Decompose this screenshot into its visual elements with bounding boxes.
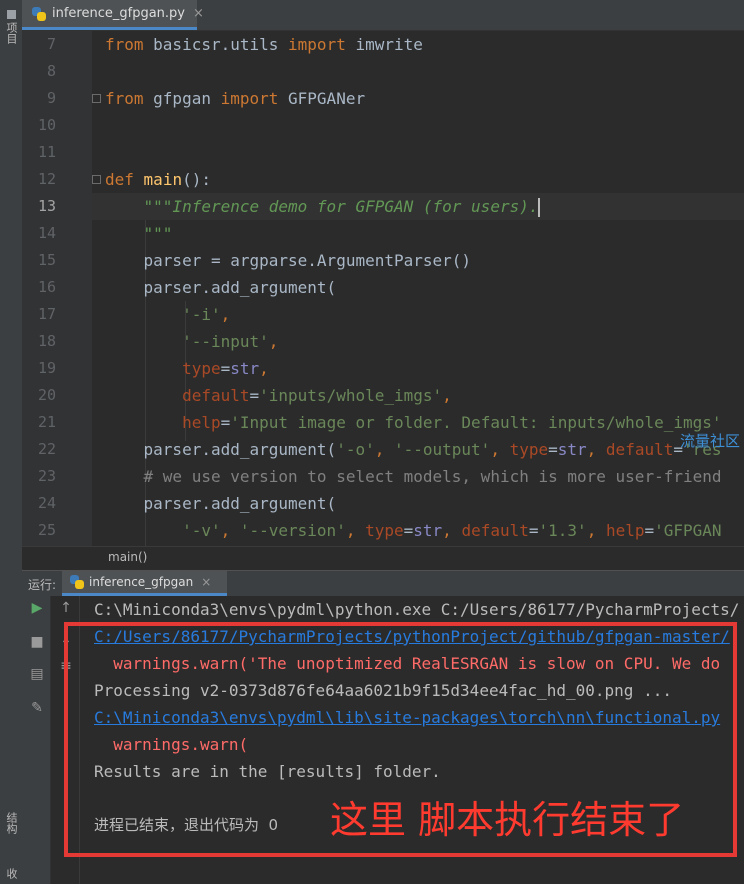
scroll-up-icon[interactable]: ↑ [58,600,74,616]
line-number: 7 [46,35,56,53]
line-number: 15 [37,251,56,269]
close-tab-icon[interactable]: × [193,6,204,21]
run-panel-label: 运行: [28,578,57,592]
editor-tab-label: inference_gfpgan.py [52,6,185,21]
code-editor[interactable]: from basicsr.utils import imwrite from g… [92,31,744,546]
line-number: 16 [37,278,56,296]
code-line-13-current: """Inference demo for GFPGAN (for users)… [92,193,744,220]
bottom-tool-button[interactable]: 收 [3,868,19,879]
stop-icon[interactable]: ■ [29,634,45,650]
line-number: 10 [37,116,56,134]
bottom-tool-label: 收 [5,868,18,879]
console-line: C:\Miniconda3\envs\pydml\python.exe C:/U… [94,600,740,619]
line-number: 21 [37,413,56,431]
line-number: 18 [37,332,56,350]
code-line-25: '-v', '--version', type=str, default='1.… [182,521,722,540]
code-line-15: parser = argparse.ArgumentParser() [105,251,472,270]
code-line-16: parser.add_argument( [105,278,337,297]
annotation-text: 这里 脚本执行结束了 [330,798,685,842]
python-run-config-icon [70,575,84,589]
line-number: 11 [37,143,56,161]
pin-icon[interactable]: ✎ [29,700,45,716]
code-line-17: '-i', [182,305,231,324]
rerun-icon[interactable]: ▶ [29,600,45,616]
project-label: 项目 [5,22,18,44]
line-number: 12 [37,170,56,188]
line-number: 17 [37,305,56,323]
line-number: 9 [46,89,56,107]
run-tab-label: inference_gfpgan [89,575,194,589]
python-file-icon [32,6,46,21]
left-tool-strip: 项目 结构 收 [0,0,23,884]
breadcrumb-item-main[interactable]: main() [108,550,147,564]
code-line-19: type=str, [182,359,269,378]
code-line-7: from basicsr.utils import imwrite [105,35,423,54]
breadcrumb: main() [22,546,744,569]
line-number: 8 [46,62,56,80]
layout-icon[interactable]: ▤ [29,666,45,682]
run-panel-header: 运行: inference_gfpgan × [22,570,744,596]
code-line-23: # we use version to select models, which… [143,467,722,486]
run-toolbar: ▶ ■ ▤ ✎ [22,596,51,884]
line-number: 25 [37,521,56,539]
folder-icon [6,10,16,19]
line-number: 20 [37,386,56,404]
code-line-14: """ [143,224,173,243]
editor-tab-bar: inference_gfpgan.py × [22,0,744,31]
line-number: 19 [37,359,56,377]
structure-tool-button[interactable]: 结构 [3,812,19,834]
text-caret [538,198,541,217]
editor-tab-inference-gfpgan[interactable]: inference_gfpgan.py × [22,0,204,30]
code-line-20: default='inputs/whole_imgs', [182,386,452,405]
code-line-9: from gfpgan import GFPGANer [105,89,366,108]
line-number-current: 13 [37,197,56,215]
code-line-21: help='Input image or folder. Default: in… [182,413,722,432]
watermark: 流量社区 [680,432,741,450]
code-line-18: '--input', [182,332,279,351]
run-tab-inference-gfpgan[interactable]: inference_gfpgan × [62,571,227,596]
line-number: 14 [37,224,56,242]
code-line-12: def main(): [105,170,211,189]
line-number: 24 [37,494,56,512]
project-tool-button[interactable]: 项目 [3,10,19,44]
line-number: 23 [37,467,56,485]
close-run-tab-icon[interactable]: × [201,575,211,589]
structure-label: 结构 [5,812,18,834]
code-line-24: parser.add_argument( [105,494,337,513]
line-number: 22 [37,440,56,458]
code-line-22: parser.add_argument('-o', '--output', ty… [105,440,722,459]
